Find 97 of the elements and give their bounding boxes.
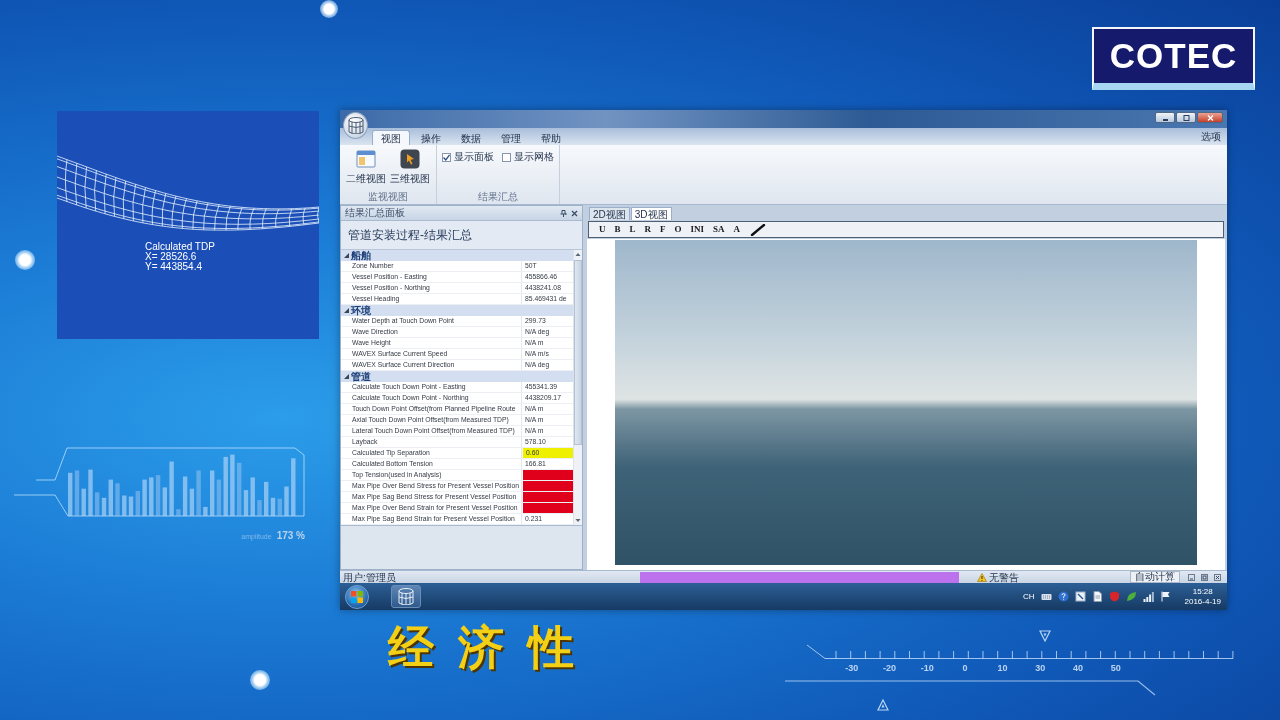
leaf-icon[interactable] (1125, 591, 1137, 602)
window-icon (356, 149, 376, 169)
cylinder-icon (398, 588, 414, 605)
triangle-marker-icon (1039, 630, 1051, 642)
view-button[interactable]: 二维视图 (345, 148, 387, 187)
minimize-icon[interactable] (1188, 573, 1195, 581)
expanded-triangle-icon[interactable] (344, 308, 349, 313)
scale-label: -20 (882, 662, 898, 673)
toolbar-button[interactable]: INI (687, 223, 708, 236)
scale-label: -30 (844, 662, 860, 673)
keyboard-icon[interactable] (1040, 591, 1052, 602)
meter-reading: 173 % (276, 530, 305, 541)
cylinder-icon (347, 117, 364, 134)
company-logo: COTEC (1092, 27, 1255, 90)
chart-bar (142, 479, 147, 516)
windows-logo-icon (351, 590, 363, 603)
view-button[interactable]: 三维视图 (389, 148, 431, 187)
view-tab[interactable]: 2D视图 (589, 207, 630, 220)
toolbar-button[interactable]: SA (710, 223, 728, 236)
ribbon-tab[interactable]: 操作 (412, 130, 450, 145)
scale-label: 50 (1109, 662, 1122, 673)
scale-label: 30 (1034, 662, 1047, 673)
expanded-triangle-icon[interactable] (344, 374, 349, 379)
checkbox[interactable] (502, 152, 511, 162)
expanded-triangle-icon[interactable] (344, 253, 349, 258)
line-icon[interactable] (750, 223, 767, 236)
toolbar-button[interactable]: R (641, 223, 655, 236)
glow-dot-icon (250, 670, 270, 690)
restore-icon[interactable] (1201, 573, 1208, 581)
group-label: 结果汇总 (477, 191, 519, 203)
chart-bar (169, 461, 174, 516)
close-icon (1206, 114, 1214, 121)
maximize-button[interactable] (1176, 112, 1196, 123)
warning-icon (977, 572, 987, 582)
signal-icon[interactable] (1142, 591, 1154, 602)
category-label: 船舶 (351, 250, 371, 261)
flag-icon[interactable] (1159, 591, 1171, 602)
scale-label: -10 (919, 662, 935, 673)
options-link[interactable]: 选项 (1201, 129, 1221, 144)
category-label: 环境 (351, 305, 371, 316)
group-label: 监视视图 (367, 191, 409, 203)
caption-text: 经济性 (388, 622, 598, 672)
scrollbar-thumb[interactable] (574, 260, 582, 445)
category-row[interactable]: 环境 (341, 305, 573, 316)
scale-label: 40 (1071, 662, 1084, 673)
chart-bar (291, 458, 296, 516)
clock-time: 15:28 (1192, 586, 1213, 597)
close-icon[interactable] (1214, 573, 1221, 581)
checkbox-label: 显示面板 (454, 150, 494, 164)
ribbon-tab[interactable]: 视图 (372, 130, 410, 145)
document-icon[interactable] (1091, 591, 1103, 602)
chart-bar (88, 469, 93, 516)
chart-bar (257, 500, 262, 516)
start-button[interactable] (345, 584, 369, 609)
tick-icon (443, 153, 450, 161)
close-button[interactable] (1197, 112, 1223, 123)
chart-bar (230, 454, 235, 516)
slash-square-icon[interactable] (1074, 591, 1086, 602)
maximize-icon (1182, 114, 1190, 121)
toolbar-button[interactable]: B (611, 223, 624, 236)
coordinate-text: X= 28526.6 (145, 252, 197, 262)
ribbon-tab[interactable]: 管理 (492, 130, 530, 145)
cursor-icon (400, 149, 420, 169)
toolbar-button[interactable]: F (657, 223, 669, 236)
chart-bar (115, 483, 120, 516)
triangle-marker-icon (877, 699, 889, 711)
toolbar-button[interactable]: U (596, 223, 609, 236)
coordinate-text: Y= 443854.4 (145, 262, 202, 272)
scale-label: 0 (961, 662, 969, 673)
category-row[interactable]: 船舶 (341, 250, 573, 261)
help-icon[interactable] (1057, 591, 1069, 602)
clock-date: 2016-4-19 (1184, 596, 1221, 607)
scale-label: 10 (996, 662, 1009, 673)
glow-dot-icon (15, 250, 35, 270)
close-icon[interactable] (571, 209, 578, 217)
toolbar-button[interactable]: A (730, 223, 744, 236)
checkbox[interactable] (442, 152, 451, 162)
input-language[interactable]: CH (1022, 592, 1035, 601)
view-tab[interactable]: 3D视图 (630, 207, 672, 220)
panel-title: 结果汇总面板 (345, 206, 405, 220)
warning-status: 无警告 (989, 571, 1019, 583)
ribbon-tab[interactable]: 数据 (452, 130, 490, 145)
category-row[interactable]: 管道 (341, 371, 573, 382)
chart-bar (203, 506, 208, 516)
ribbon-tab[interactable]: 帮助 (532, 130, 570, 145)
taskbar-app-button[interactable] (391, 585, 421, 608)
glow-dot-icon (320, 0, 338, 18)
minimize-button[interactable] (1155, 112, 1175, 123)
calc-mode-label: 自动计算 (1130, 571, 1180, 583)
chart-bar (284, 486, 289, 516)
user-status: 用户:管理员 (342, 571, 397, 583)
category-label: 管道 (351, 371, 371, 382)
toolbar-button[interactable]: O (671, 223, 685, 236)
checkbox-label: 显示网格 (514, 150, 554, 164)
toolbar-button[interactable]: L (626, 223, 639, 236)
pin-icon[interactable] (560, 209, 567, 217)
tdp-title: Calculated TDP (145, 242, 215, 252)
